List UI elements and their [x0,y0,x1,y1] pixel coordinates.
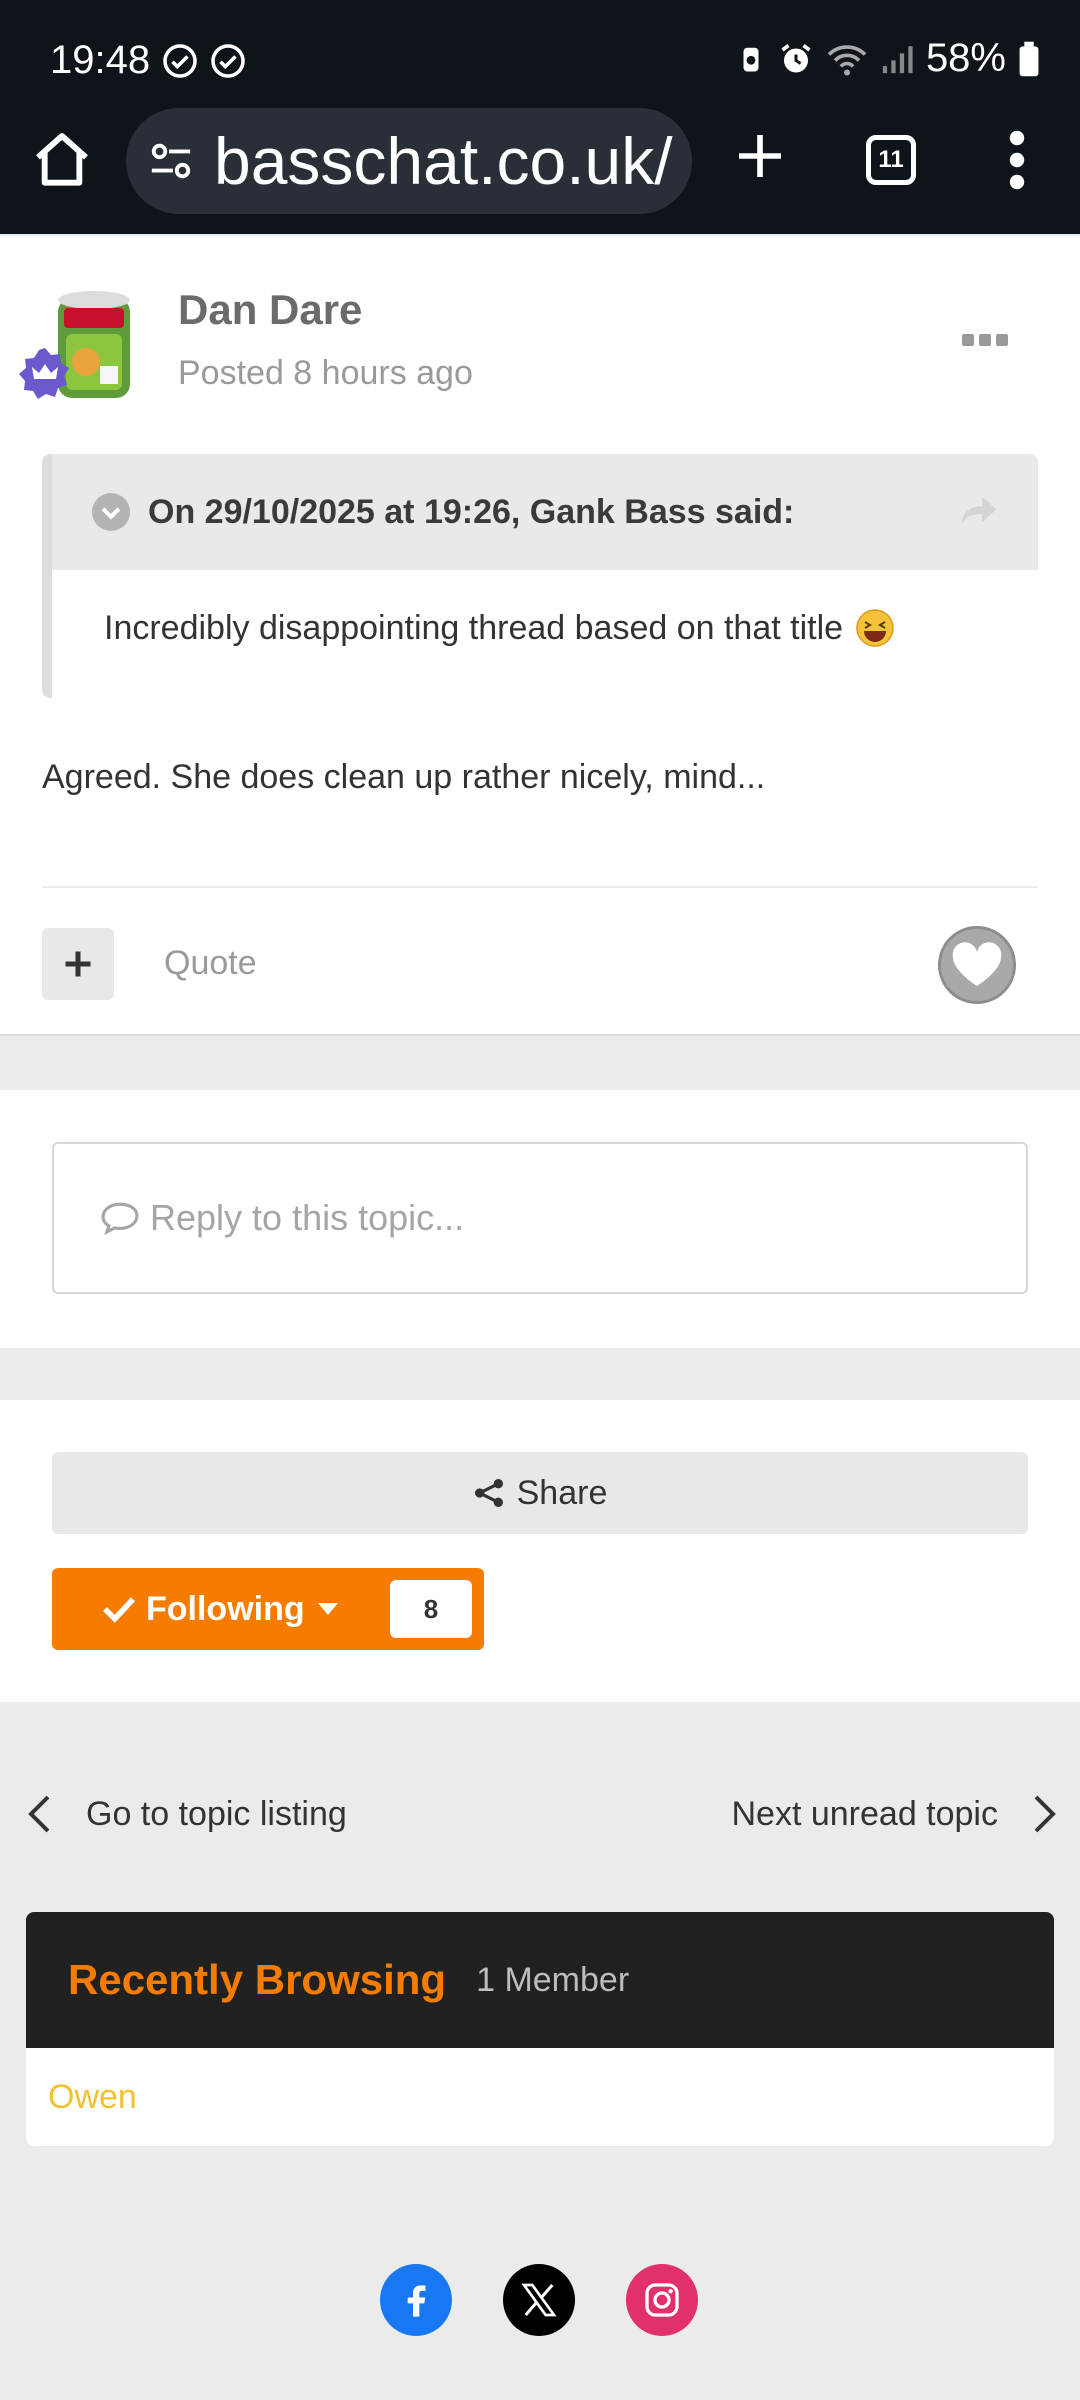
heart-icon [952,942,1002,986]
x-icon[interactable] [503,2264,575,2336]
chevron-right-icon [1034,1795,1056,1833]
plus-icon [65,951,91,977]
reply-section: Reply to this topic... [0,1090,1080,1348]
laughing-emoji-icon [856,609,894,647]
battery-icon [1019,41,1039,76]
caret-down-icon [317,1603,338,1615]
check-icon [103,1597,136,1623]
prev-label: Go to topic listing [86,1794,347,1833]
reply-input[interactable]: Reply to this topic... [52,1142,1028,1294]
instagram-icon[interactable] [626,2264,698,2336]
follower-count[interactable]: 8 [390,1580,472,1638]
more-vert-icon[interactable] [1000,130,1034,190]
crown-badge-icon [19,348,69,399]
forum-post: Dan Dare Posted 8 hours ago On 29/10/202… [0,236,1080,1036]
react-button[interactable] [938,926,1016,1004]
facebook-icon[interactable] [380,2264,452,2336]
following-label: Following [146,1589,305,1628]
quote-body: Incredibly disappointing thread based on… [52,570,1038,648]
url-text: basschat.co.uk/ [214,124,673,198]
address-bar[interactable]: basschat.co.uk/ [126,108,692,214]
home-icon[interactable] [30,128,94,192]
collapse-chevron-icon[interactable] [92,493,130,531]
next-label: Next unread topic [731,1794,999,1833]
facebook-glyph-icon [407,2285,426,2317]
divider [42,886,1038,888]
recently-browsing-title: Recently Browsing [68,1956,447,2003]
check-circle-icon [211,43,245,78]
check-circle-icon [163,43,197,78]
quote-button[interactable]: Quote [164,944,257,983]
share-label: Share [516,1473,608,1512]
browser-chrome: 19:48 58% basschat.co.uk/ 11 [0,0,1080,234]
tab-count: 11 [878,146,904,173]
status-time: 19:48 [50,38,151,82]
battery-saver-icon [743,47,759,71]
status-bar-left: 19:48 [50,38,246,83]
post-body: Agreed. She does clean up rather nicely,… [42,758,766,796]
member-link[interactable]: Owen [48,2078,137,2116]
quote-text: Incredibly disappointing thread based on… [104,608,844,647]
following-button[interactable]: Following 8 [52,1568,484,1650]
recently-browsing-widget: Recently Browsing 1 Member Owen [26,1912,1054,2146]
share-icon [474,1479,503,1507]
comment-icon [101,1202,139,1235]
quote-attribution: On 29/10/2025 at 19:26, Gank Bass said: [148,492,795,531]
post-timestamp[interactable]: Posted 8 hours ago [178,354,473,393]
recently-browsing-header: Recently Browsing 1 Member [26,1912,1054,2048]
quote-header[interactable]: On 29/10/2025 at 19:26, Gank Bass said: [52,454,1038,570]
status-bar-right: 58% [736,36,1040,81]
signal-icon [882,45,913,73]
chevron-left-icon [28,1795,50,1833]
x-glyph-icon [521,2283,557,2317]
go-to-quote-icon[interactable] [960,494,998,528]
alarm-icon [781,43,811,72]
go-to-topic-listing-link[interactable]: Go to topic listing [26,1794,347,1834]
wifi-icon [827,44,867,75]
instagram-glyph-icon [645,2283,679,2317]
battery-percent: 58% [925,36,1006,80]
next-unread-topic-link[interactable]: Next unread topic [732,1794,1059,1834]
post-options-icon[interactable] [962,330,1008,350]
quoted-post: On 29/10/2025 at 19:26, Gank Bass said: … [42,454,1038,698]
tab-switcher-button[interactable]: 11 [866,135,916,185]
new-tab-icon[interactable] [732,128,788,184]
recently-browsing-count: 1 Member [476,1960,630,1999]
topic-actions: Share Following 8 [0,1400,1080,1702]
recently-browsing-list: Owen [26,2048,1054,2117]
reply-placeholder: Reply to this topic... [150,1197,465,1238]
post-author[interactable]: Dan Dare [178,286,362,334]
multiquote-button[interactable] [42,928,114,1000]
share-button[interactable]: Share [52,1452,1028,1534]
site-settings-icon[interactable] [148,138,194,184]
